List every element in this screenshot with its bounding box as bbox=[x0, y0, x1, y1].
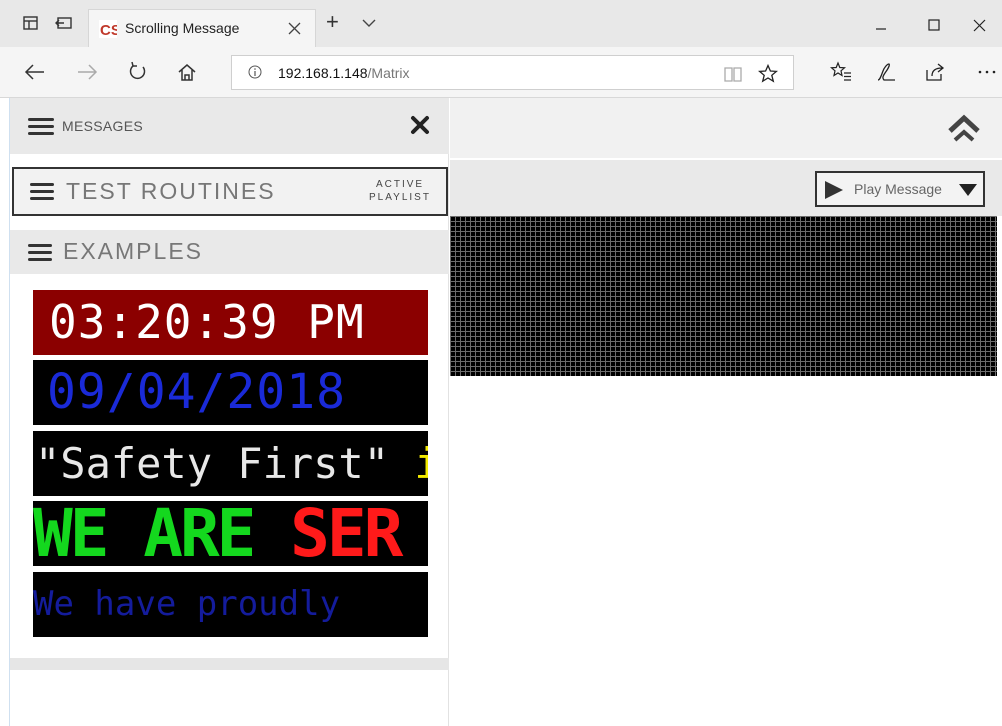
address-path: /Matrix bbox=[367, 65, 410, 81]
category-examples[interactable]: EXAMPLES bbox=[10, 230, 449, 274]
maximize-icon[interactable] bbox=[911, 10, 957, 40]
address-host: 192.168.1.148 bbox=[278, 65, 368, 81]
back-arrow-icon[interactable] bbox=[24, 61, 46, 83]
address-bar[interactable]: 192.168.1.148/Matrix bbox=[231, 55, 794, 90]
badge-line-1: ACTIVE bbox=[375, 179, 425, 190]
example-message-proud[interactable]: We have proudly bbox=[33, 572, 428, 637]
safety-highlight: i bbox=[414, 439, 428, 488]
active-playlist-badge: ACTIVE PLAYLIST bbox=[360, 178, 440, 204]
led-matrix-display bbox=[450, 216, 997, 376]
example-message-safety[interactable]: "Safety First" i bbox=[33, 431, 428, 496]
svg-text:CS: CS bbox=[100, 22, 117, 39]
cs-favicon-icon: CS bbox=[99, 20, 117, 39]
play-message-select[interactable]: Play Message bbox=[815, 171, 985, 207]
sidebar-title: MESSAGES bbox=[62, 118, 143, 134]
serve-red-text: SER bbox=[290, 501, 403, 566]
tab-bar: CS Scrolling Message + bbox=[0, 0, 1002, 47]
restore-tabs-icon[interactable] bbox=[55, 14, 73, 32]
hamburger-icon[interactable] bbox=[28, 244, 52, 261]
browser-tab[interactable]: CS Scrolling Message bbox=[88, 9, 316, 47]
play-triangle-icon bbox=[825, 181, 843, 199]
reading-view-icon[interactable] bbox=[723, 64, 743, 84]
tab-set-aside-icon[interactable] bbox=[22, 14, 40, 32]
navigation-bar: 192.168.1.148/Matrix bbox=[0, 47, 1002, 98]
hamburger-icon[interactable] bbox=[30, 183, 54, 200]
example-message-date[interactable]: 09/04/2018 bbox=[33, 360, 428, 425]
share-icon[interactable] bbox=[924, 61, 946, 83]
hamburger-icon[interactable] bbox=[28, 118, 54, 135]
page: MESSAGES TEST ROUTINES ACTIVE PLAYLIST E… bbox=[10, 98, 1002, 726]
badge-line-2: PLAYLIST bbox=[369, 192, 431, 203]
refresh-icon[interactable] bbox=[127, 61, 149, 83]
example-message-serve[interactable]: WE ARE SER bbox=[33, 501, 428, 566]
window-left-edge bbox=[0, 98, 10, 726]
home-chevron-icon[interactable] bbox=[947, 114, 981, 144]
favorite-star-icon[interactable] bbox=[758, 64, 778, 84]
sidebar-footer bbox=[10, 658, 449, 670]
tab-title: Scrolling Message bbox=[125, 20, 240, 36]
safety-text: "Safety First" bbox=[35, 439, 390, 488]
main-panel: Play Message bbox=[450, 98, 1002, 726]
dropdown-triangle-icon bbox=[959, 184, 977, 196]
close-x-icon[interactable] bbox=[410, 115, 430, 135]
home-icon[interactable] bbox=[176, 61, 198, 83]
address-text[interactable]: 192.168.1.148/Matrix bbox=[278, 65, 410, 81]
playlist-test-routines[interactable]: TEST ROUTINES ACTIVE PLAYLIST bbox=[12, 167, 448, 216]
playlist-title: TEST ROUTINES bbox=[66, 178, 276, 204]
sidebar-header: MESSAGES bbox=[10, 98, 449, 154]
minimize-icon[interactable] bbox=[858, 10, 904, 40]
info-icon[interactable] bbox=[248, 65, 262, 79]
home-bar bbox=[450, 98, 1002, 158]
forward-arrow-icon[interactable] bbox=[76, 61, 98, 83]
category-title: EXAMPLES bbox=[63, 238, 203, 264]
more-icon[interactable] bbox=[976, 61, 998, 83]
window-close-icon[interactable] bbox=[956, 10, 1002, 40]
tab-close-icon[interactable] bbox=[288, 22, 301, 35]
web-note-icon[interactable] bbox=[875, 61, 897, 83]
favorites-hub-icon[interactable] bbox=[830, 61, 852, 83]
play-message-label: Play Message bbox=[854, 181, 942, 197]
new-tab-button[interactable]: + bbox=[326, 11, 339, 33]
serve-green-text: WE ARE bbox=[33, 501, 256, 566]
chevron-down-icon[interactable] bbox=[362, 16, 376, 30]
example-message-time[interactable]: 03:20:39 PM bbox=[33, 290, 428, 355]
control-bar: Play Message bbox=[450, 160, 1002, 216]
messages-sidebar: MESSAGES TEST ROUTINES ACTIVE PLAYLIST E… bbox=[10, 98, 449, 726]
